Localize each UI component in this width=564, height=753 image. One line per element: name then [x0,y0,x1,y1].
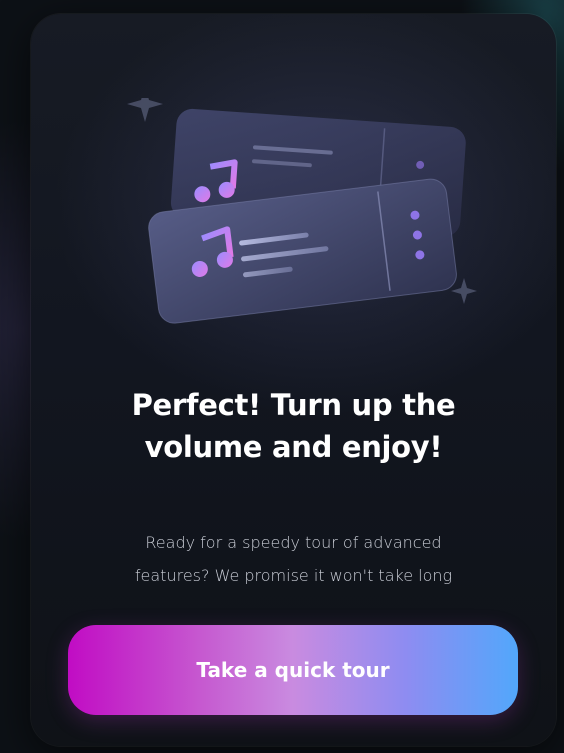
title-line: Perfect! Turn up the [131,388,456,422]
app-background: Perfect! Turn up the volume and enjoy! R… [0,0,564,753]
page-title: Perfect! Turn up the volume and enjoy! [71,384,516,468]
description-line: features? We promise it won't take long [134,566,453,585]
title-line: volume and enjoy! [144,430,443,464]
sparkle-icon [127,98,163,122]
tickets-illustration [127,98,477,324]
take-tour-button[interactable]: Take a quick tour [68,625,518,715]
onboarding-card: Perfect! Turn up the volume and enjoy! R… [31,14,556,746]
description-line: Ready for a speedy tour of advanced [145,533,442,552]
description-text: Ready for a speedy tour of advanced feat… [71,526,516,592]
